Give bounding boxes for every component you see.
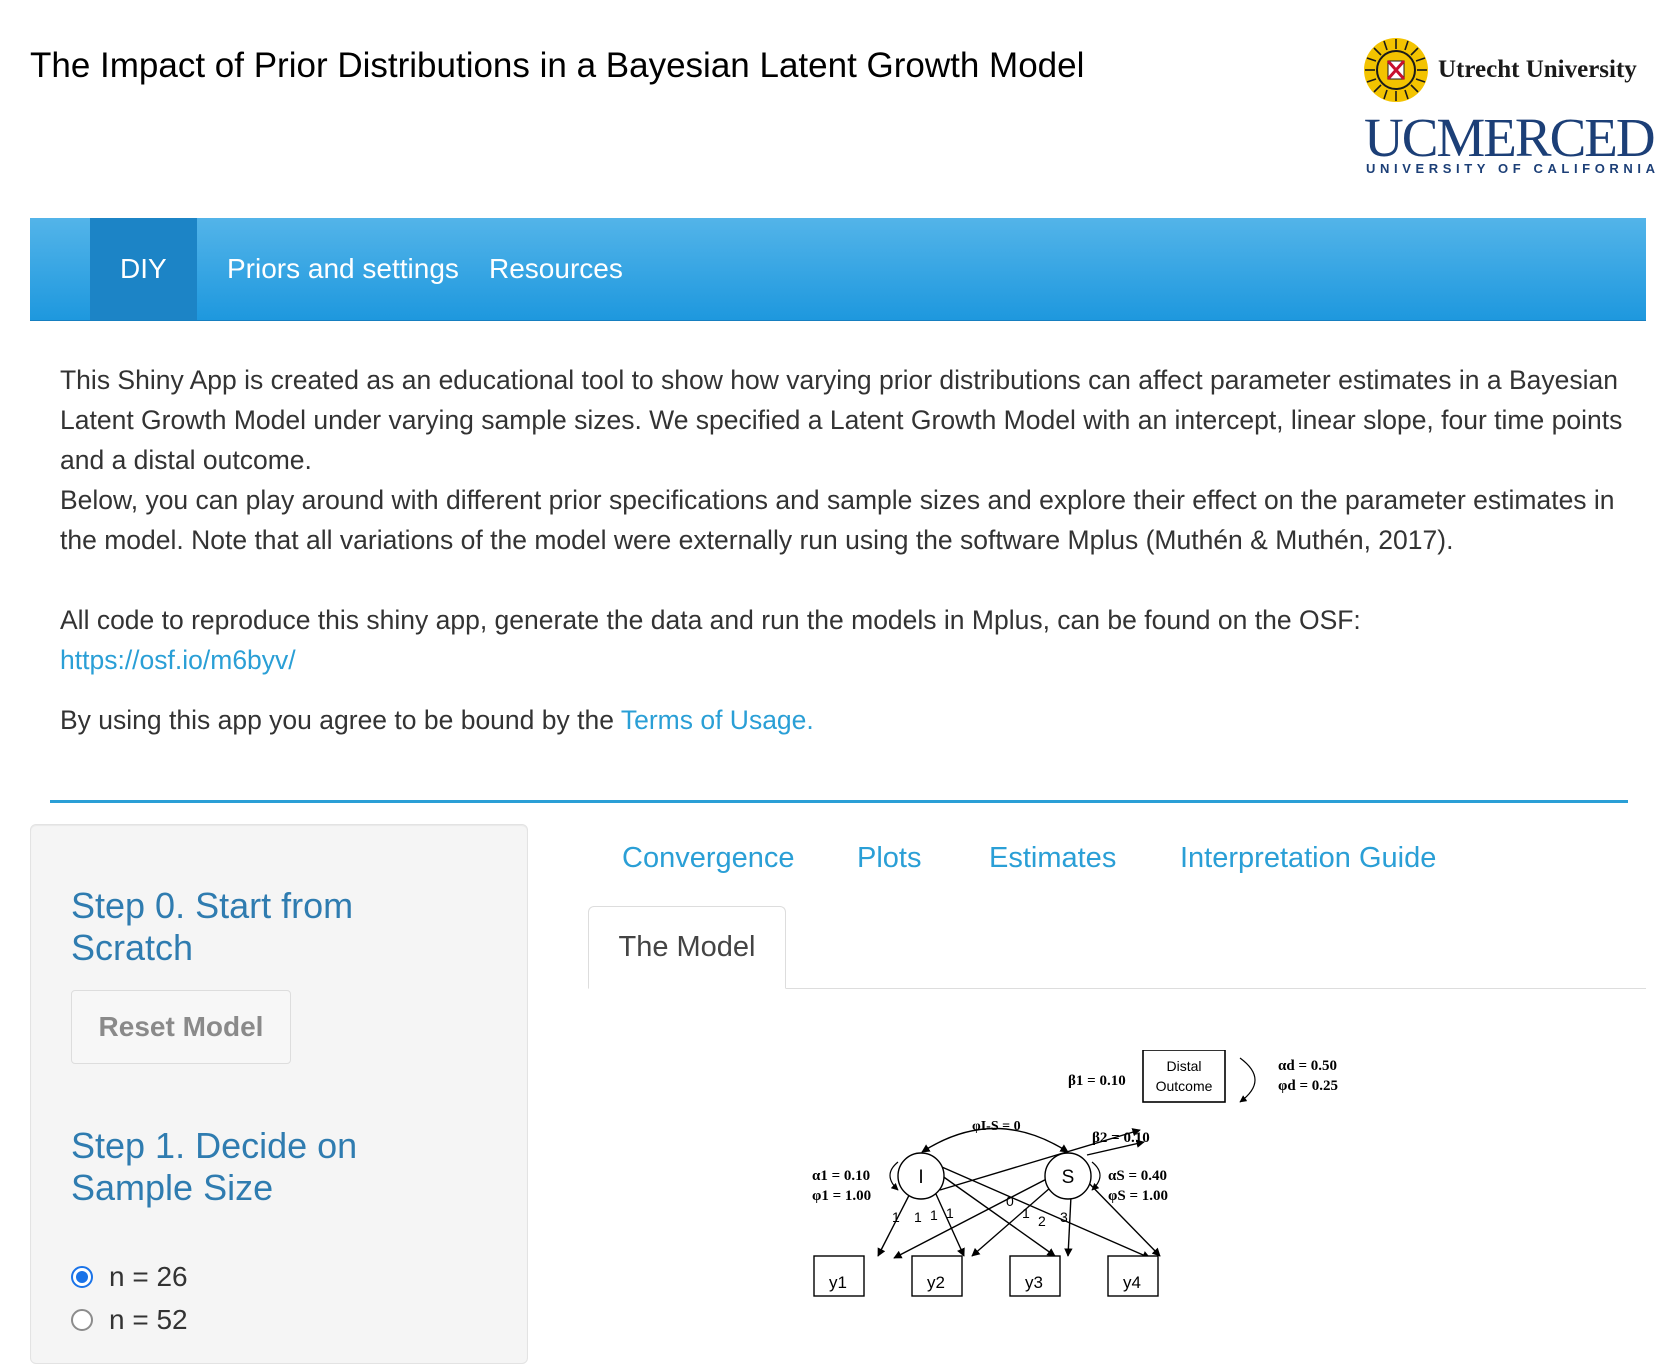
terms-of-usage-link[interactable]: Terms of Usage. bbox=[621, 705, 814, 735]
latent-growth-model-diagram: I S Distal Outcome y1 y2 y3 y4 β1 = 0.10… bbox=[812, 1050, 1338, 1297]
reset-model-button[interactable]: Reset Model bbox=[71, 990, 291, 1064]
distal-variance-loop bbox=[1239, 1057, 1256, 1103]
sample-size-option-26[interactable]: n = 26 bbox=[71, 1257, 188, 1297]
beta1-label: β1 = 0.10 bbox=[1068, 1073, 1126, 1089]
ucmerced-wordmark: UCMERCED bbox=[1364, 107, 1656, 168]
loading-s-2: 2 bbox=[1038, 1213, 1046, 1229]
distal-label-line1: Distal bbox=[1166, 1058, 1201, 1074]
covariance-label: φI-S = 0 bbox=[972, 1119, 1021, 1134]
tab-estimates[interactable]: Estimates bbox=[989, 842, 1116, 875]
radio-button[interactable] bbox=[71, 1309, 93, 1331]
terms-text: By using this app you agree to be bound … bbox=[60, 700, 1630, 740]
phi-d-label: φd = 0.25 bbox=[1278, 1078, 1338, 1094]
slope-label: S bbox=[1062, 1167, 1075, 1188]
intercept-label: I bbox=[918, 1167, 923, 1188]
phi-s-label: φS = 1.00 bbox=[1108, 1188, 1168, 1204]
alpha-d-label: αd = 0.50 bbox=[1278, 1058, 1337, 1074]
loading-i-4: 1 bbox=[946, 1205, 954, 1221]
intro-text: This Shiny App is created as an educatio… bbox=[60, 360, 1630, 740]
sample-size-option-52[interactable]: n = 52 bbox=[71, 1300, 188, 1340]
utrecht-seal-icon bbox=[1364, 38, 1428, 102]
nav-tab-priors-and-settings[interactable]: Priors and settings bbox=[197, 218, 489, 320]
nav-tab-diy[interactable]: DIY bbox=[90, 218, 197, 320]
alpha-i-label: α1 = 0.10 bbox=[812, 1168, 870, 1184]
alpha-s-label: αS = 0.40 bbox=[1108, 1168, 1167, 1184]
sample-size-label: n = 52 bbox=[109, 1304, 188, 1335]
section-divider bbox=[50, 800, 1628, 803]
intro-paragraph-1: This Shiny App is created as an educatio… bbox=[60, 365, 1623, 475]
loading-s-0: 0 bbox=[1006, 1193, 1014, 1209]
loading-i-2: 1 bbox=[914, 1209, 922, 1225]
intro-paragraph-2: Below, you can play around with differen… bbox=[60, 485, 1615, 555]
main-navbar: DIY Priors and settings Resources bbox=[30, 218, 1646, 321]
radio-button-checked[interactable] bbox=[71, 1266, 93, 1288]
indicator-y3-label: y3 bbox=[1025, 1273, 1043, 1292]
ucmerced-subtitle: UNIVERSITY OF CALIFORNIA bbox=[1366, 161, 1660, 176]
tab-interpretation-guide[interactable]: Interpretation Guide bbox=[1180, 842, 1436, 875]
beta2-label: β2 = 0.10 bbox=[1092, 1130, 1150, 1146]
page-title: The Impact of Prior Distributions in a B… bbox=[30, 46, 1085, 85]
osf-text: All code to reproduce this shiny app, ge… bbox=[60, 600, 1630, 680]
loading-i-3: 1 bbox=[930, 1207, 938, 1223]
indicator-y2-label: y2 bbox=[927, 1273, 945, 1292]
loading-i-1: 1 bbox=[892, 1209, 900, 1225]
osf-link[interactable]: https://osf.io/m6byv/ bbox=[60, 645, 296, 675]
indicator-y4-label: y4 bbox=[1123, 1273, 1141, 1292]
phi-i-label: φ1 = 1.00 bbox=[812, 1188, 871, 1204]
loading-s-1: 1 bbox=[1022, 1205, 1030, 1221]
nav-tab-resources[interactable]: Resources bbox=[459, 218, 653, 320]
indicator-y1-label: y1 bbox=[829, 1273, 847, 1292]
loading-s-3: 3 bbox=[1060, 1209, 1068, 1225]
tab-convergence[interactable]: Convergence bbox=[622, 842, 795, 875]
tab-the-model[interactable]: The Model bbox=[588, 906, 786, 989]
university-logos: Utrecht University UCMERCED UNIVERSITY O… bbox=[1360, 34, 1660, 184]
utrecht-university-name: Utrecht University bbox=[1438, 56, 1637, 83]
osf-sentence: All code to reproduce this shiny app, ge… bbox=[60, 605, 1361, 635]
terms-sentence: By using this app you agree to be bound … bbox=[60, 705, 621, 735]
sidebar-panel: Step 0. Start from Scratch Reset Model S… bbox=[30, 824, 528, 1364]
tab-plots[interactable]: Plots bbox=[857, 842, 921, 875]
slope-variance-loop bbox=[1091, 1161, 1101, 1191]
sample-size-label: n = 26 bbox=[109, 1261, 188, 1292]
intercept-variance-loop bbox=[889, 1161, 899, 1191]
distal-label-line2: Outcome bbox=[1156, 1078, 1213, 1094]
step0-title: Step 0. Start from Scratch bbox=[71, 885, 354, 968]
step1-title: Step 1. Decide on Sample Size bbox=[71, 1125, 358, 1208]
